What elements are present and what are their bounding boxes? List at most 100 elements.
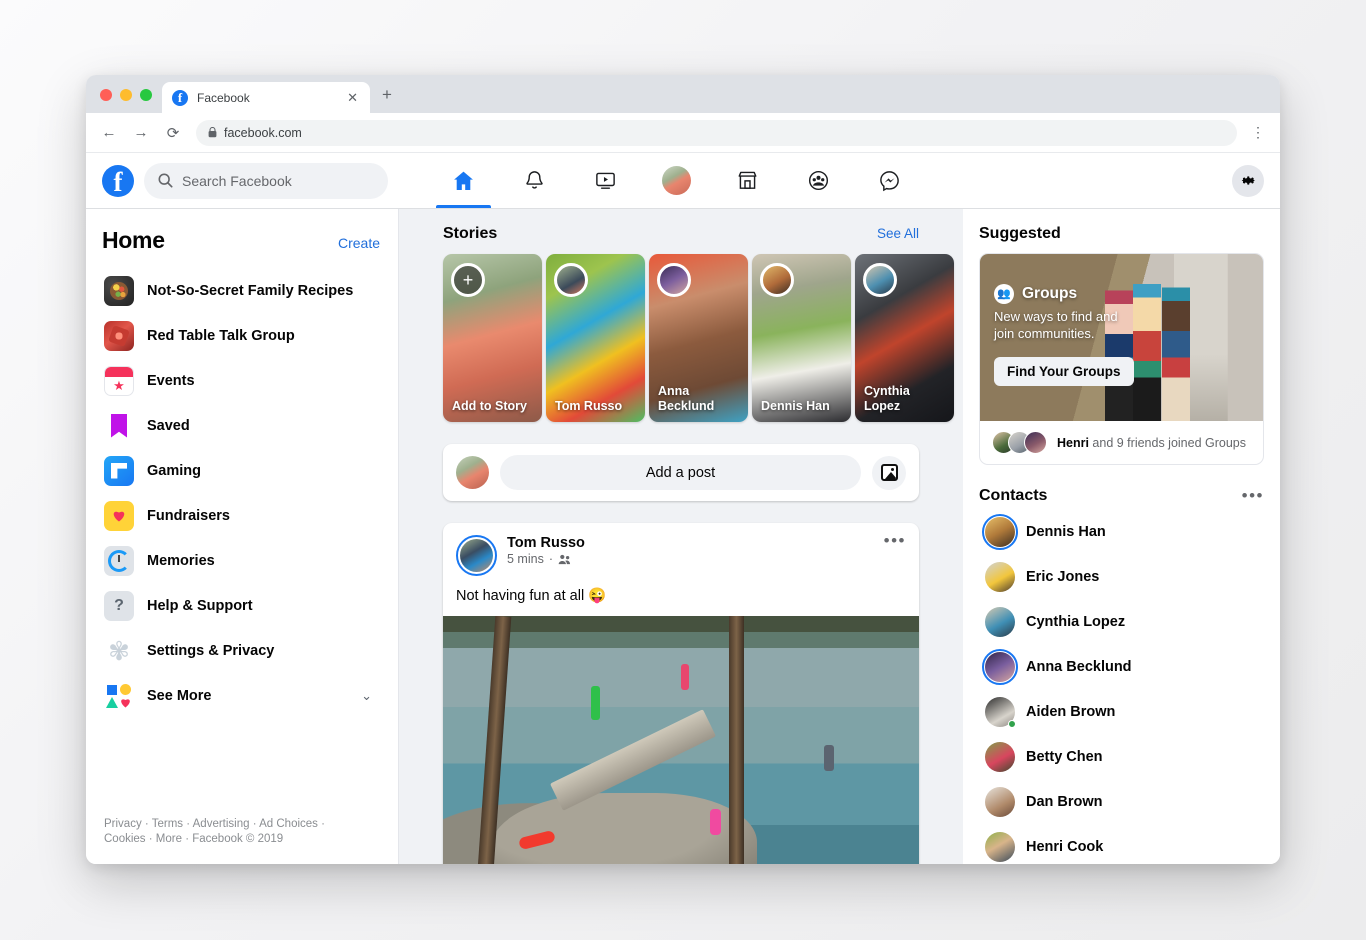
story-card-add[interactable]: + Add to Story bbox=[443, 254, 542, 422]
contact-row[interactable]: Dan Brown bbox=[979, 779, 1264, 824]
sidebar-item-label: Saved bbox=[147, 417, 190, 434]
settings-button[interactable] bbox=[1232, 164, 1264, 197]
red-table-group-icon bbox=[104, 320, 134, 351]
post-text: Not having fun at all 😜 bbox=[456, 588, 607, 604]
contacts-menu-icon[interactable]: ••• bbox=[1242, 487, 1264, 504]
suggested-groups-card[interactable]: Groups New ways to find and join communi… bbox=[979, 253, 1264, 465]
avatar bbox=[662, 166, 691, 195]
sidebar-item-settings[interactable]: Settings & Privacy bbox=[100, 628, 382, 673]
sep: · bbox=[183, 817, 193, 830]
close-tab-icon[interactable]: ✕ bbox=[345, 90, 360, 106]
nav-home[interactable] bbox=[428, 153, 499, 208]
sidebar-item-red-table[interactable]: Red Table Talk Group bbox=[100, 313, 382, 358]
sep: · bbox=[249, 817, 260, 830]
sidebar-item-recipes[interactable]: Not-So-Secret Family Recipes bbox=[100, 268, 382, 313]
browser-menu-icon[interactable]: ⋮ bbox=[1251, 124, 1266, 141]
sidebar-item-label: Help & Support bbox=[147, 597, 253, 614]
post-author-name[interactable]: Tom Russo bbox=[507, 535, 585, 551]
story-card[interactable]: Cynthia Lopez bbox=[855, 254, 954, 422]
address-bar-url: facebook.com bbox=[224, 125, 302, 140]
contact-row[interactable]: Anna Becklund bbox=[979, 644, 1264, 689]
story-avatar bbox=[760, 263, 794, 297]
marketplace-icon bbox=[738, 171, 757, 189]
sidebar-item-gaming[interactable]: Gaming bbox=[100, 448, 382, 493]
post-meta-separator: · bbox=[548, 552, 553, 566]
create-link[interactable]: Create bbox=[338, 235, 380, 251]
events-icon bbox=[104, 365, 134, 396]
post-menu-icon[interactable]: ••• bbox=[884, 532, 906, 549]
post-image[interactable] bbox=[443, 616, 919, 864]
back-icon[interactable]: ← bbox=[100, 124, 118, 141]
reload-icon[interactable]: ⟳ bbox=[164, 124, 182, 142]
sidebar-header: Home Create bbox=[100, 227, 382, 260]
contact-row[interactable]: Aiden Brown bbox=[979, 689, 1264, 734]
story-label: Tom Russo bbox=[555, 398, 623, 413]
suggested-subtitle: New ways to find and join communities. bbox=[994, 309, 1118, 341]
close-window-button[interactable] bbox=[100, 89, 112, 101]
contact-row[interactable]: Henri Cook bbox=[979, 824, 1264, 864]
chevron-down-icon[interactable]: ⌄ bbox=[361, 688, 372, 704]
contact-name: Henri Cook bbox=[1026, 838, 1104, 855]
suggested-footer-name: Henri bbox=[1057, 435, 1089, 450]
suggested-footer-rest: and 9 friends joined Groups bbox=[1088, 435, 1246, 450]
sidebar-item-fundraisers[interactable]: Fundraisers bbox=[100, 493, 382, 538]
facebook-logo-icon[interactable]: f bbox=[102, 164, 134, 197]
nav-profile[interactable] bbox=[641, 153, 712, 208]
friends-icon bbox=[558, 554, 571, 565]
post-author-avatar[interactable] bbox=[456, 535, 497, 576]
contact-name: Anna Becklund bbox=[1026, 658, 1132, 675]
address-bar[interactable]: facebook.com bbox=[196, 119, 1237, 146]
forward-icon[interactable]: → bbox=[132, 124, 150, 141]
sidebar-item-saved[interactable]: Saved bbox=[100, 403, 382, 448]
footer-link-more[interactable]: More bbox=[156, 833, 182, 845]
add-story-plus-icon[interactable]: + bbox=[451, 263, 485, 297]
contacts-list: Dennis Han Eric Jones Cynthia Lopez Anna… bbox=[979, 509, 1264, 864]
nav-groups[interactable] bbox=[783, 153, 854, 208]
avatar bbox=[982, 513, 1018, 550]
footer-link-cookies[interactable]: Cookies bbox=[104, 833, 146, 845]
sidebar-item-events[interactable]: Events bbox=[100, 358, 382, 403]
contact-row[interactable]: Eric Jones bbox=[979, 554, 1264, 599]
find-your-groups-button[interactable]: Find Your Groups bbox=[994, 356, 1134, 386]
avatar bbox=[985, 786, 1015, 817]
add-photo-button[interactable] bbox=[872, 455, 906, 490]
nav-marketplace[interactable] bbox=[712, 153, 783, 208]
sidebar-item-help[interactable]: Help & Support bbox=[100, 583, 382, 628]
add-post-input[interactable]: Add a post bbox=[500, 455, 861, 490]
stories-see-all-link[interactable]: See All bbox=[877, 226, 919, 241]
gaming-icon bbox=[104, 455, 134, 486]
avatar bbox=[985, 696, 1016, 728]
browser-toolbar: ← → ⟳ facebook.com ⋮ bbox=[86, 113, 1280, 153]
story-card[interactable]: Anna Becklund bbox=[649, 254, 748, 422]
suggested-footer-text: Henri and 9 friends joined Groups bbox=[1057, 436, 1246, 450]
contact-row[interactable]: Betty Chen bbox=[979, 734, 1264, 779]
sidebar-footer: Privacy · Terms · Advertising · Ad Choic… bbox=[100, 817, 372, 864]
browser-tab[interactable]: f Facebook ✕ bbox=[162, 82, 370, 113]
nav-notifications[interactable] bbox=[499, 153, 570, 208]
minimize-window-button[interactable] bbox=[120, 89, 132, 101]
see-more-shapes-icon bbox=[104, 681, 134, 711]
avatar bbox=[985, 831, 1015, 862]
avatar bbox=[985, 606, 1015, 637]
footer-link-advertising[interactable]: Advertising bbox=[193, 818, 250, 830]
new-tab-icon[interactable]: + bbox=[382, 85, 392, 105]
story-label: Dennis Han bbox=[761, 398, 830, 413]
search-placeholder-text: Search Facebook bbox=[182, 172, 292, 189]
stories-row: + Add to Story Tom Russo Anna Becklund D… bbox=[443, 254, 954, 422]
story-card[interactable]: Dennis Han bbox=[752, 254, 851, 422]
search-input[interactable]: Search Facebook bbox=[144, 162, 388, 199]
footer-link-ad-choices[interactable]: Ad Choices bbox=[259, 818, 318, 830]
contact-row[interactable]: Cynthia Lopez bbox=[979, 599, 1264, 644]
footer-link-privacy[interactable]: Privacy bbox=[104, 818, 142, 830]
nav-messenger[interactable] bbox=[854, 153, 925, 208]
contact-row[interactable]: Dennis Han bbox=[979, 509, 1264, 554]
maximize-window-button[interactable] bbox=[140, 89, 152, 101]
sidebar-item-see-more[interactable]: See More ⌄ bbox=[100, 673, 382, 718]
sidebar-item-memories[interactable]: Memories bbox=[100, 538, 382, 583]
nav-watch[interactable] bbox=[570, 153, 641, 208]
swimmer-shape bbox=[590, 685, 600, 720]
sidebar-item-label: Settings & Privacy bbox=[147, 642, 275, 659]
footer-link-terms[interactable]: Terms bbox=[152, 818, 183, 830]
browser-tabstrip: f Facebook ✕ + bbox=[86, 75, 1280, 113]
story-card[interactable]: Tom Russo bbox=[546, 254, 645, 422]
